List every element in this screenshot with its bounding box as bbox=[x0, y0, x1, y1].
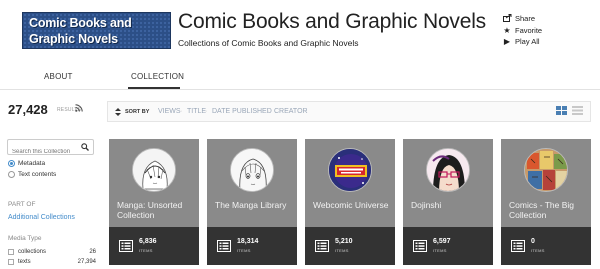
collection-icon bbox=[315, 240, 329, 252]
facet-checkbox[interactable] bbox=[8, 259, 14, 265]
share-label: Share bbox=[515, 14, 536, 23]
tab-about[interactable]: ABOUT bbox=[44, 72, 73, 81]
radio-text-contents-label: Text contents bbox=[18, 171, 57, 178]
part-of-heading: PART OF bbox=[8, 201, 36, 208]
facet-count: 26 bbox=[89, 249, 96, 255]
facet-count: 27,394 bbox=[77, 259, 96, 265]
card-footer: 0 ITEMS bbox=[501, 227, 591, 265]
sort-separator: · bbox=[267, 108, 270, 115]
favorite-button[interactable]: ★ Favorite bbox=[502, 25, 542, 36]
card-item-count: 5,210 bbox=[335, 238, 353, 245]
card-title: The Manga Library bbox=[215, 200, 287, 210]
banner-text-line1: Comic Books and bbox=[29, 16, 132, 30]
card-item-count: 0 bbox=[531, 238, 535, 245]
radio-text-contents[interactable] bbox=[8, 171, 15, 178]
card-item-count: 18,314 bbox=[237, 238, 259, 245]
radio-metadata[interactable] bbox=[8, 160, 15, 167]
sort-icon bbox=[115, 108, 121, 116]
collection-banner-logo: Comic Books and Graphic Novels bbox=[22, 12, 171, 49]
card-footer: 5,210 ITEMS bbox=[305, 227, 395, 265]
search-option-text-contents[interactable]: Text contents bbox=[8, 171, 56, 178]
card-title: Webcomic Universe bbox=[313, 200, 389, 210]
search-icon[interactable] bbox=[81, 143, 89, 151]
facet-label: texts bbox=[18, 259, 31, 265]
share-icon bbox=[502, 13, 512, 24]
card-item-unit: ITEMS bbox=[335, 248, 349, 253]
action-links: Share ★ Favorite ▶ Play All bbox=[502, 13, 542, 48]
play-icon: ▶ bbox=[503, 37, 511, 46]
play-all-button[interactable]: ▶ Play All bbox=[502, 36, 542, 47]
card-footer: 18,314 ITEMS bbox=[207, 227, 297, 265]
facet-texts[interactable]: texts 27,394 bbox=[8, 259, 96, 265]
collection-icon bbox=[119, 240, 133, 252]
additional-collections-link[interactable]: Additional Collections bbox=[8, 214, 75, 221]
collection-icon bbox=[511, 240, 525, 252]
facet-collections[interactable]: collections 26 bbox=[8, 249, 96, 255]
tile-view-icon[interactable] bbox=[556, 106, 567, 115]
collection-card-dojinshi[interactable]: Dojinshi 6,597 ITEMS bbox=[403, 139, 493, 265]
card-footer: 6,597 ITEMS bbox=[403, 227, 493, 265]
sort-separator: · bbox=[180, 108, 183, 115]
results-count: 27,428 bbox=[8, 102, 48, 117]
card-title: Comics - The Big Collection bbox=[509, 200, 575, 220]
sort-date-published[interactable]: DATE PUBLISHED bbox=[212, 108, 272, 115]
collection-card-manga-unsorted[interactable]: Manga: Unsorted Collection 6,836 ITEMS bbox=[109, 139, 199, 265]
card-item-unit: ITEMS bbox=[237, 248, 251, 253]
collection-icon bbox=[217, 240, 231, 252]
search-option-metadata[interactable]: Metadata bbox=[8, 160, 45, 167]
sort-separator: · bbox=[205, 108, 208, 115]
collection-card-manga-library[interactable]: The Manga Library 18,314 ITEMS bbox=[207, 139, 297, 265]
collection-search bbox=[7, 139, 94, 159]
dojinshi-thumbnail bbox=[426, 148, 470, 192]
media-type-heading: Media Type bbox=[8, 235, 42, 242]
collection-icon bbox=[413, 240, 427, 252]
page-subtitle: Collections of Comic Books and Graphic N… bbox=[178, 38, 359, 48]
sort-bar: SORT BY VIEWS · TITLE · DATE PUBLISHED ·… bbox=[107, 101, 591, 122]
banner-text-line2: Graphic Novels bbox=[29, 32, 118, 46]
sort-by-label: SORT BY bbox=[125, 109, 150, 115]
card-footer: 6,836 ITEMS bbox=[109, 227, 199, 265]
collection-card-comics-big-collection[interactable]: Comics - The Big Collection 0 ITEMS bbox=[501, 139, 591, 265]
rss-icon[interactable] bbox=[75, 104, 83, 112]
tabs-divider bbox=[0, 89, 600, 90]
sort-creator[interactable]: CREATOR bbox=[274, 108, 308, 115]
play-all-label: Play All bbox=[515, 37, 540, 46]
card-item-unit: ITEMS bbox=[433, 248, 447, 253]
card-item-unit: ITEMS bbox=[139, 248, 153, 253]
favorite-label: Favorite bbox=[515, 25, 543, 35]
card-item-unit: ITEMS bbox=[531, 248, 545, 253]
search-input[interactable] bbox=[12, 145, 82, 159]
page-title: Comic Books and Graphic Novels bbox=[178, 10, 486, 33]
sort-views[interactable]: VIEWS bbox=[158, 108, 181, 115]
card-title: Manga: Unsorted Collection bbox=[117, 200, 183, 220]
list-view-icon[interactable] bbox=[572, 106, 583, 115]
collection-card-webcomic-universe[interactable]: Webcomic Universe 5,210 ITEMS bbox=[305, 139, 395, 265]
facet-label: collections bbox=[18, 249, 47, 255]
card-item-count: 6,836 bbox=[139, 238, 157, 245]
webcomic-universe-thumbnail bbox=[328, 148, 372, 192]
sort-title[interactable]: TITLE bbox=[187, 108, 206, 115]
facet-checkbox[interactable] bbox=[8, 249, 14, 255]
card-title: Dojinshi bbox=[411, 200, 442, 210]
comics-big-collection-thumbnail bbox=[524, 148, 568, 192]
card-item-count: 6,597 bbox=[433, 238, 451, 245]
manga-library-thumbnail bbox=[230, 148, 274, 192]
tab-collection[interactable]: COLLECTION bbox=[131, 72, 184, 81]
manga-thumbnail bbox=[132, 148, 176, 192]
share-button[interactable]: Share bbox=[502, 13, 542, 24]
radio-metadata-label: Metadata bbox=[18, 160, 46, 167]
star-icon: ★ bbox=[503, 25, 511, 35]
